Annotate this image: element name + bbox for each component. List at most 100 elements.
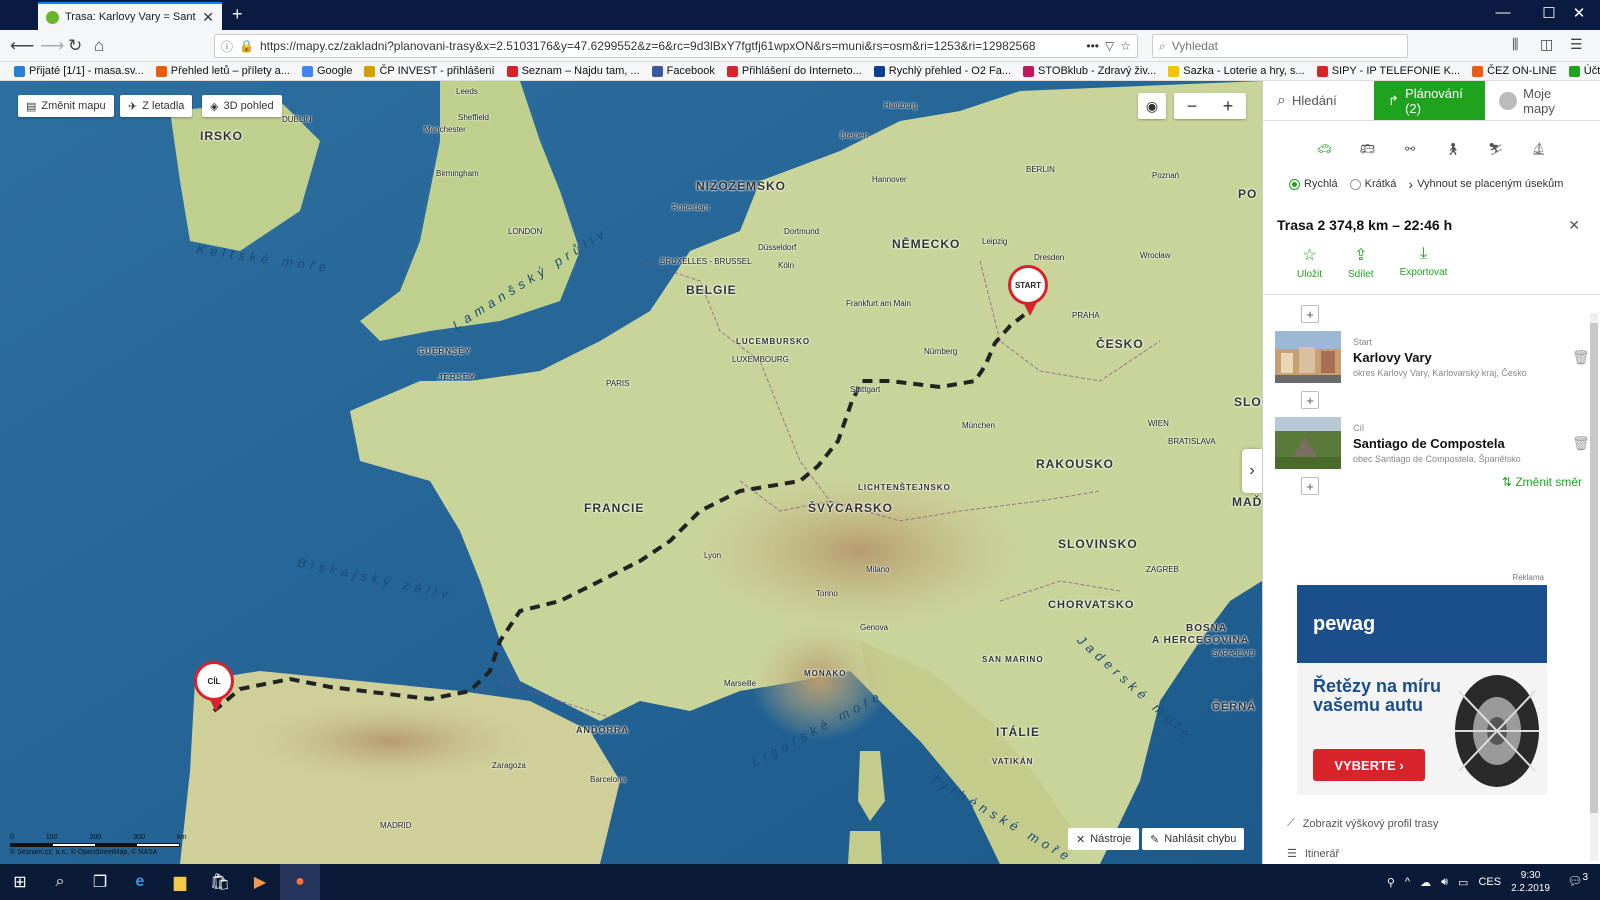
people-icon[interactable]: ⚲ [1387, 876, 1395, 889]
forward-arrow-icon[interactable]: ⟶ [40, 36, 64, 56]
bookmark-item[interactable]: Přihlášení do Interneto... [726, 65, 862, 77]
city-label: Milano [866, 565, 890, 574]
short-radio[interactable] [1349, 178, 1361, 190]
transport-modes: 🚗︎ 🚌︎ ⚯ 🚶︎ ⛷︎ ⛵︎ [1263, 133, 1600, 165]
itinerary-link[interactable]: ☰ Itinerář [1287, 847, 1339, 861]
bookmark-item[interactable]: SIPY - IP TELEFONIE K... [1316, 65, 1460, 77]
ad-cta-button[interactable]: VYBERTE › [1313, 749, 1425, 781]
edge-icon[interactable]: e [120, 864, 160, 900]
add-waypoint-button[interactable]: + [1301, 305, 1319, 323]
new-tab-button[interactable]: + [232, 4, 243, 25]
bookmark-item[interactable]: Google [301, 65, 352, 77]
swap-direction-button[interactable]: ⇅ Změnit směr [1502, 475, 1582, 489]
locate-button[interactable]: ◉ [1138, 93, 1166, 119]
library-icon[interactable]: ⫼ [1512, 36, 1518, 53]
map-canvas[interactable]: ▤ Změnit mapu ✈ Z letadla ◈ 3D pohled ◉ … [0, 81, 1262, 864]
search-input[interactable] [1171, 39, 1401, 53]
bike-mode-button[interactable]: ⚯ [1397, 138, 1423, 160]
bookmark-item[interactable]: STOBklub - Zdravý živ... [1023, 65, 1156, 77]
tab-my-maps[interactable]: Moje mapy [1485, 81, 1600, 120]
volume-icon[interactable]: 🔊︎ [1441, 876, 1448, 889]
short-route-option[interactable]: Krátká [1349, 178, 1396, 190]
home-icon[interactable]: ⌂ [94, 36, 104, 56]
media-player-icon[interactable]: ▶ [240, 864, 280, 900]
close-icon[interactable]: ✕ [1568, 217, 1580, 234]
walk-mode-button[interactable]: 🚶︎ [1440, 138, 1466, 160]
tab-planning[interactable]: ↱ Plánování (2) [1374, 81, 1486, 120]
scroll-thumb[interactable] [1590, 323, 1598, 813]
change-map-button[interactable]: ▤ Změnit mapu [18, 95, 114, 117]
transit-mode-button[interactable]: 🚌︎ [1354, 138, 1380, 160]
map-attribution[interactable]: © Seznam.cz, a.s., © OpenStreetMap, © NA… [10, 849, 186, 856]
3d-view-button[interactable]: ◈ 3D pohled [202, 95, 282, 117]
export-button[interactable]: ⤓ Exportovat [1400, 245, 1448, 294]
notifications-icon[interactable]: 💬︎3 [1567, 872, 1588, 888]
ski-mode-button[interactable]: ⛷︎ [1483, 138, 1509, 160]
add-waypoint-button[interactable]: + [1301, 391, 1319, 409]
aerial-button[interactable]: ✈ Z letadla [120, 95, 193, 117]
waypoint-start[interactable]: Start Karlovy Vary okres Karlovy Vary, K… [1275, 323, 1590, 391]
bookmark-star-icon[interactable]: ☆ [1120, 39, 1131, 53]
zoom-in-button[interactable]: + [1223, 96, 1234, 117]
zoom-out-button[interactable]: − [1187, 96, 1198, 117]
car-mode-button[interactable]: 🚗︎ [1311, 138, 1337, 160]
clock[interactable]: 9:30 2.2.2019 [1511, 869, 1550, 895]
close-window-button[interactable]: ✕ [1560, 4, 1598, 22]
display-icon[interactable]: ▭ [1458, 876, 1468, 889]
tab-search[interactable]: ⌕ Hledání [1263, 81, 1374, 120]
panel-scrollbar[interactable] [1590, 313, 1598, 861]
ad-label: Reklama [1512, 573, 1544, 582]
windows-start-icon[interactable]: ⊞ [0, 864, 40, 900]
tools-button[interactable]: ✕ Nástroje [1068, 828, 1140, 850]
more-icon[interactable]: ••• [1086, 39, 1099, 53]
bookmark-item[interactable]: Sazka - Loterie a hry, s... [1168, 65, 1305, 77]
fast-route-option[interactable]: Rychlá [1289, 178, 1338, 190]
language-indicator[interactable]: CES [1478, 876, 1501, 888]
fast-radio[interactable] [1289, 178, 1300, 190]
avoid-toll-option[interactable]: › Vyhnout se placeným úsekům [1408, 176, 1563, 192]
file-explorer-icon[interactable]: ▆ [160, 864, 200, 900]
reload-icon[interactable]: ↻ [68, 36, 82, 56]
save-label: Uložit [1297, 269, 1323, 280]
end-pin[interactable]: CÍL [194, 661, 234, 712]
boat-mode-button[interactable]: ⛵︎ [1526, 138, 1552, 160]
bookmark-item[interactable]: Rychlý přehled - O2 Fa... [873, 65, 1011, 77]
share-button[interactable]: ⇪ Sdílet [1348, 245, 1374, 294]
country-label: PO [1238, 187, 1258, 201]
back-arrow-icon[interactable]: ⟵ [10, 36, 34, 56]
close-tab-icon[interactable]: ✕ [202, 9, 214, 26]
advertisement[interactable]: pewag Řetězy na míru vašemu autu VYBERTE… [1297, 585, 1547, 795]
address-bar[interactable]: ⓘ 🔒 https://mapy.cz/zakladni?planovani-t… [214, 34, 1138, 58]
pocket-icon[interactable]: ▽ [1105, 39, 1114, 53]
bookmark-item[interactable]: ČP INVEST - přihlášení [364, 65, 495, 77]
add-waypoint-button[interactable]: + [1301, 477, 1319, 495]
save-button[interactable]: ☆ Uložit [1297, 245, 1322, 294]
bookmark-item[interactable]: Seznam – Najdu tam, ... [506, 65, 640, 77]
minimize-button[interactable]: — [1480, 4, 1526, 21]
trash-icon[interactable]: 🗑︎ [1572, 349, 1590, 366]
menu-icon[interactable]: ☰ [1570, 36, 1583, 53]
bookmark-item[interactable]: Facebook [651, 65, 715, 77]
url-text[interactable]: https://mapy.cz/zakladni?planovani-trasy… [260, 39, 1080, 53]
chevron-up-icon[interactable]: ^ [1405, 876, 1410, 888]
bookmark-item[interactable]: ČEZ ON-LINE [1472, 65, 1557, 77]
task-view-icon[interactable]: ❐ [80, 864, 120, 900]
sidebar-toggle-icon[interactable]: ◫ [1540, 36, 1553, 53]
browser-tab[interactable]: Trasa: Karlovy Vary = Santiago ✕ [38, 2, 222, 30]
waypoint-end[interactable]: Cíl Santiago de Compostela obec Santiago… [1275, 409, 1590, 477]
start-pin[interactable]: START [1008, 265, 1048, 316]
search-icon[interactable]: ⌕ [40, 864, 80, 900]
bookmark-item[interactable]: Účtenková loterie [1568, 65, 1600, 77]
info-icon[interactable]: ⓘ [221, 38, 233, 55]
clock-date: 2.2.2019 [1511, 883, 1550, 894]
network-icon[interactable]: ☁ [1420, 876, 1431, 889]
report-error-button[interactable]: ✎ Nahlásit chybu [1142, 828, 1245, 850]
store-icon[interactable]: 🛍︎ [200, 864, 240, 900]
elevation-profile-link[interactable]: ⟋ Zobrazit výškový profil trasy [1287, 817, 1438, 830]
search-box[interactable]: ⌕ [1152, 34, 1408, 58]
firefox-icon[interactable]: ● [280, 864, 320, 900]
bookmark-item[interactable]: Přehled letů – přílety a... [155, 65, 290, 77]
collapse-panel-button[interactable]: › [1242, 449, 1262, 493]
trash-icon[interactable]: 🗑︎ [1572, 435, 1590, 452]
bookmark-item[interactable]: Přijaté [1/1] - masa.sv... [14, 65, 144, 77]
